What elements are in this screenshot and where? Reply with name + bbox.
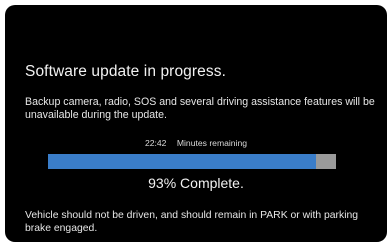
progress-bar (48, 154, 336, 169)
time-remaining-row: 22:42 Minutes remaining (5, 138, 387, 148)
progress-bar-fill (48, 154, 316, 169)
driving-warning: Vehicle should not be driven, and should… (25, 210, 359, 234)
time-remaining-label: Minutes remaining (176, 138, 248, 148)
update-title: Software update in progress. (25, 63, 226, 80)
percent-complete: 93% Complete. (148, 175, 244, 191)
update-screen: Software update in progress. Backup came… (5, 5, 387, 242)
update-description: Backup camera, radio, SOS and several dr… (25, 96, 375, 121)
time-remaining-value: 22:42 (144, 138, 167, 148)
